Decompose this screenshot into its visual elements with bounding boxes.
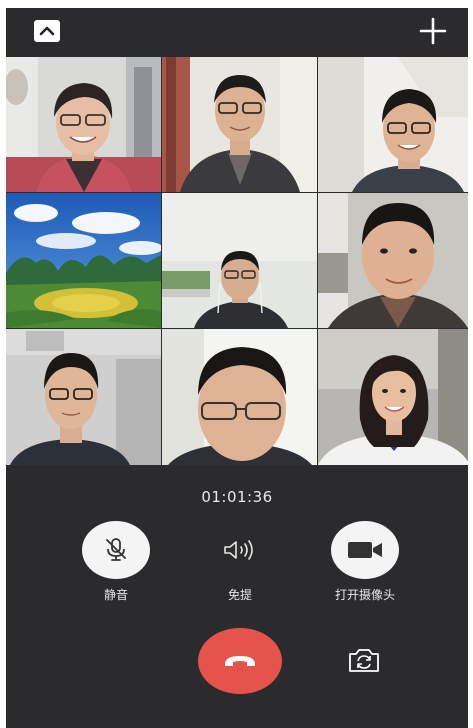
participant-video-tile[interactable] — [162, 329, 317, 465]
microphone-muted-icon — [106, 538, 126, 561]
camera-control: 打开摄像头 — [305, 521, 425, 603]
participant-video-tile[interactable] — [6, 57, 161, 192]
hang-up-phone-icon — [225, 656, 255, 666]
top-bar — [6, 8, 468, 58]
speaker-control: 免提 — [180, 521, 300, 603]
video-frame — [318, 57, 468, 192]
video-frame — [162, 193, 317, 328]
participant-video-tile[interactable] — [318, 193, 468, 328]
participant-video-tile[interactable] — [162, 57, 317, 192]
video-frame — [6, 329, 161, 465]
participant-video-tile[interactable] — [6, 329, 161, 465]
landscape-image — [6, 193, 161, 328]
video-frame — [162, 57, 317, 192]
participant-video-tile[interactable] — [318, 329, 468, 465]
switch-camera-icon — [349, 649, 379, 672]
mute-label: 静音 — [103, 588, 128, 602]
video-camera-icon — [348, 542, 382, 558]
camera-label: 打开摄像头 — [334, 588, 395, 602]
mute-button[interactable] — [82, 521, 150, 579]
plus-icon — [419, 17, 447, 45]
participant-video-grid — [6, 57, 468, 465]
chevron-up-icon — [39, 26, 55, 36]
hang-up-button[interactable] — [198, 628, 282, 694]
call-duration-timer: 01:01:36 — [201, 488, 273, 506]
mute-control: 静音 — [56, 521, 176, 603]
video-frame — [318, 329, 468, 465]
participant-avatar-landscape[interactable] — [6, 193, 161, 328]
video-frame — [6, 57, 161, 192]
speaker-label: 免提 — [227, 588, 252, 602]
collapse-button[interactable] — [34, 20, 60, 42]
video-call-screen: 01:01:36 静音 免提 打开摄像头 — [6, 8, 468, 728]
video-frame — [318, 193, 468, 328]
add-participant-button[interactable] — [418, 16, 448, 46]
speaker-icon — [224, 540, 253, 560]
video-frame — [162, 329, 317, 465]
switch-camera-button[interactable] — [347, 645, 381, 675]
participant-video-tile[interactable] — [318, 57, 468, 192]
participant-video-tile[interactable] — [162, 193, 317, 328]
camera-button[interactable] — [331, 521, 399, 579]
speaker-button[interactable] — [206, 521, 274, 579]
